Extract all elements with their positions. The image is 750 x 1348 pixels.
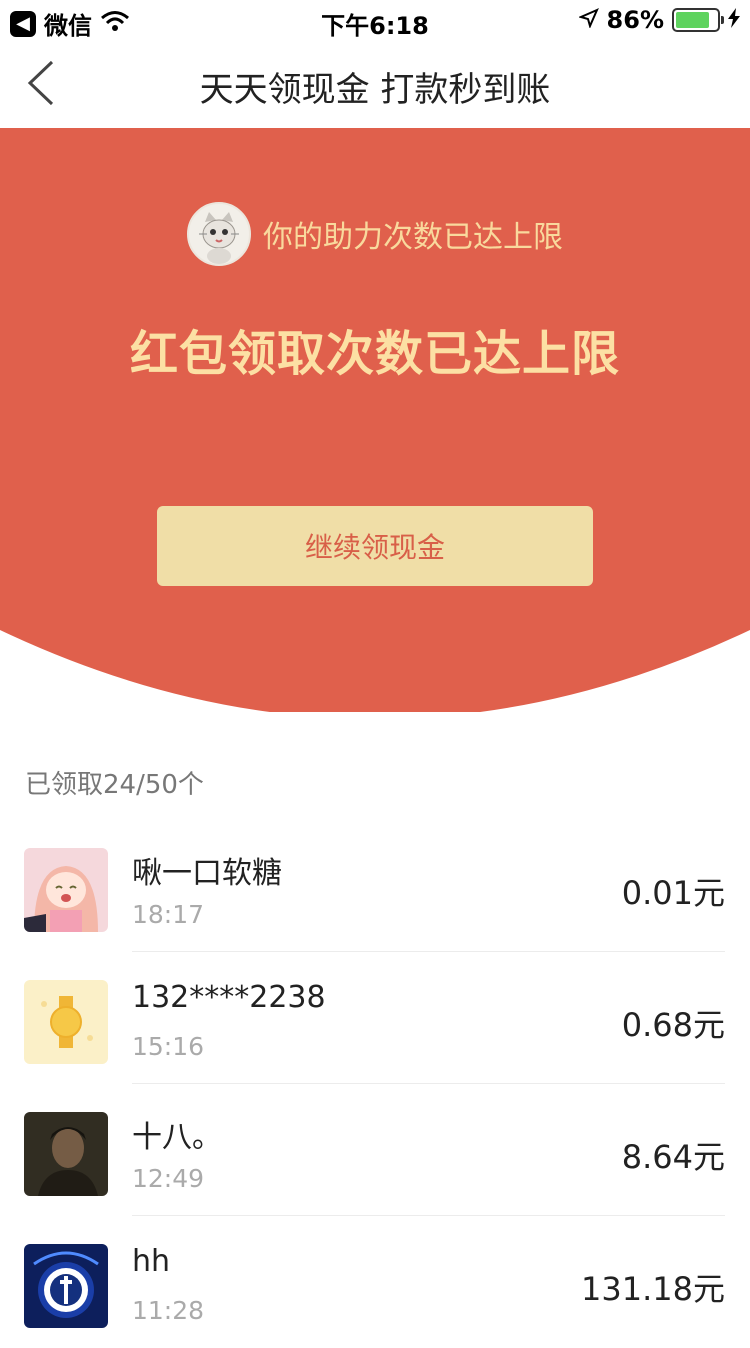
- claim-amount: 8.64元: [621, 1138, 725, 1176]
- claim-amount: 0.68元: [621, 1006, 725, 1044]
- battery-fill: [676, 12, 709, 28]
- claim-time: 12:49: [132, 1164, 205, 1193]
- claim-row[interactable]: 132****2238 15:16 0.68元: [0, 952, 750, 1084]
- limit-notice-row: 你的助力次数已达上限: [0, 202, 750, 266]
- claim-time: 15:16: [132, 1032, 205, 1061]
- hero-banner: 你的助力次数已达上限 红包领取次数已达上限 继续领现金: [0, 128, 750, 712]
- claim-amount: 0.01元: [621, 874, 725, 912]
- charging-bolt-icon: [728, 6, 740, 34]
- claim-time: 18:17: [132, 900, 205, 929]
- claimer-name: 十八。: [132, 1120, 222, 1155]
- battery-tip: [721, 16, 724, 24]
- claim-row[interactable]: hh 11:28 131.18元: [0, 1216, 750, 1348]
- cat-avatar-icon: [187, 202, 251, 266]
- claimed-count-label: 已领取24/50个: [25, 770, 204, 800]
- hero-headline: 红包领取次数已达上限: [129, 326, 620, 382]
- claim-amount: 131.18元: [581, 1270, 725, 1308]
- claims-list: 啾一口软糖 18:17 0.01元 132****2238 15:16 0.68…: [0, 820, 750, 1348]
- claimer-name: hh: [132, 1244, 171, 1279]
- limit-notice-text: 你的助力次数已达上限: [263, 220, 563, 255]
- dark-photo-avatar-icon: [24, 1112, 108, 1196]
- battery-icon: [672, 8, 724, 32]
- status-bar: ◀ 微信 下午6:18 86%: [0, 0, 750, 40]
- location-arrow-icon: [577, 6, 599, 34]
- continue-claim-button[interactable]: 继续领现金: [157, 506, 593, 586]
- claimer-name: 132****2238: [132, 980, 326, 1015]
- page-title: 天天领现金 打款秒到账: [199, 70, 551, 110]
- anime-girl-avatar-icon: [24, 848, 108, 932]
- claim-row[interactable]: 啾一口软糖 18:17 0.01元: [0, 820, 750, 952]
- claim-time: 11:28: [132, 1296, 205, 1325]
- battery-percent: 86%: [606, 6, 664, 34]
- claim-row[interactable]: 十八。 12:49 8.64元: [0, 1084, 750, 1216]
- status-right: 86%: [577, 6, 740, 34]
- navigation-bar: 天天领现金 打款秒到账: [0, 40, 750, 128]
- yellow-watch-avatar-icon: [24, 980, 108, 1064]
- blue-logo-avatar-icon: [24, 1244, 108, 1328]
- claimer-name: 啾一口软糖: [132, 856, 282, 891]
